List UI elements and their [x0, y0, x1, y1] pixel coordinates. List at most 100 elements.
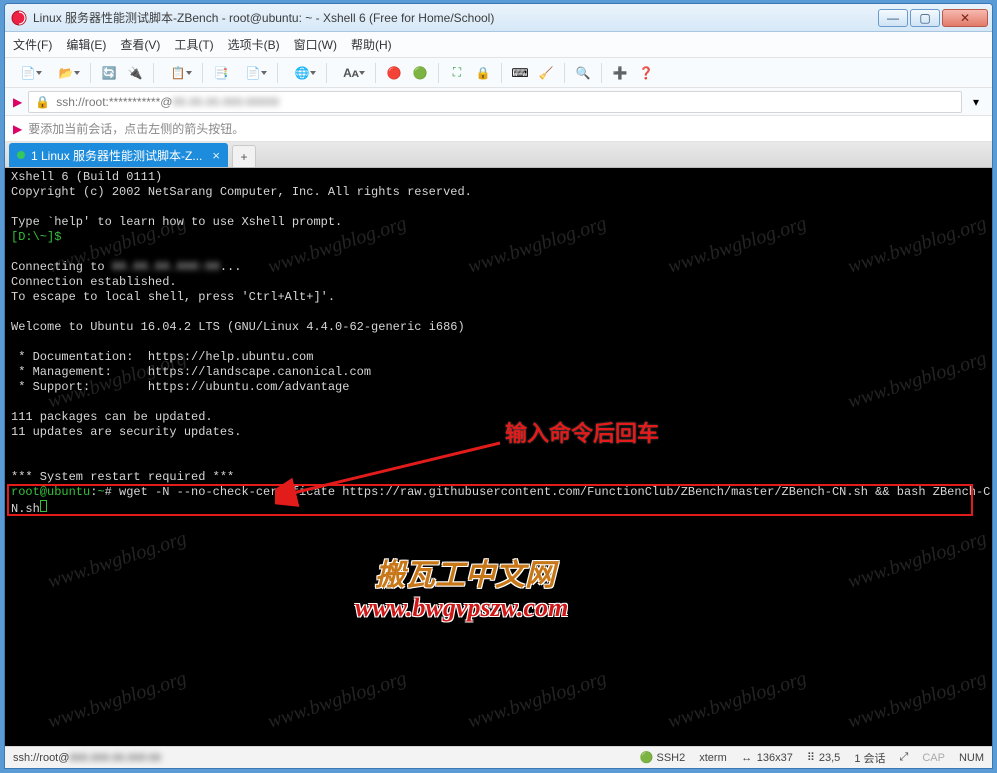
disconnect-icon: 🔌: [128, 66, 143, 80]
copy-icon: 📑: [214, 66, 229, 80]
open-button[interactable]: 📂: [49, 62, 83, 84]
separator: [277, 63, 278, 83]
encoding-button[interactable]: 🌐: [285, 62, 319, 84]
session-tab-active[interactable]: 1 Linux 服务器性能测试脚本-Z... ×: [9, 143, 228, 167]
find-button[interactable]: 🔍: [572, 62, 594, 84]
terminal-line: Connection established.: [11, 275, 177, 289]
menu-file[interactable]: 文件(F): [13, 36, 52, 53]
separator: [90, 63, 91, 83]
titlebar[interactable]: Linux 服务器性能测试脚本-ZBench - root@ubuntu: ~ …: [5, 4, 992, 32]
add-button[interactable]: ➕: [609, 62, 631, 84]
notice-bar: ▶ 要添加当前会话，点击左侧的箭头按钮。: [5, 116, 992, 142]
watermark-diag: www.bwgblog.org: [846, 351, 988, 410]
separator: [501, 63, 502, 83]
watermark-diag: www.bwgblog.org: [466, 671, 608, 730]
statusbar: ssh://root@000.000.00.000:00 🟢SSH2 xterm…: [5, 746, 992, 768]
lock-scroll-icon: 🔒: [476, 66, 491, 80]
terminal-line: * Documentation: https://help.ubuntu.com: [11, 350, 313, 364]
status-sessions: 1 会话: [854, 750, 885, 766]
status-address: ssh://root@000.000.00.000:00: [13, 752, 161, 764]
clear-button[interactable]: 🧹: [535, 62, 557, 84]
font-button[interactable]: Aᴀ: [334, 62, 368, 84]
terminal-line: 111 packages can be updated.: [11, 410, 213, 424]
plus-icon: ➕: [613, 66, 628, 80]
terminal-line: * Management: https://landscape.canonica…: [11, 365, 371, 379]
menu-window[interactable]: 窗口(W): [294, 36, 337, 53]
address-input[interactable]: 🔒 ssh://root:***********@00.00.00.000:00…: [28, 91, 962, 113]
keypad-button[interactable]: ⌨: [509, 62, 531, 84]
menu-option-tab[interactable]: 选项卡(B): [228, 36, 280, 53]
status-size: ↔136x37: [741, 752, 793, 764]
menu-tools[interactable]: 工具(T): [174, 36, 213, 53]
notice-text: 要添加当前会话，点击左侧的箭头按钮。: [28, 120, 244, 137]
watermark-diag: www.bwgblog.org: [846, 531, 988, 590]
terminal-pane[interactable]: Xshell 6 (Build 0111) Copyright (c) 2002…: [5, 168, 992, 746]
terminal-line: Welcome to Ubuntu 16.04.2 LTS (GNU/Linux…: [11, 320, 465, 334]
status-term: xterm: [699, 752, 727, 764]
address-bar-row: ▶ 🔒 ssh://root:***********@00.00.00.000:…: [5, 88, 992, 116]
menu-view[interactable]: 查看(V): [120, 36, 160, 53]
terminal-prompt: [D:\~]$: [11, 230, 61, 244]
address-dropdown[interactable]: ▾: [968, 95, 984, 109]
terminal-line: Xshell 6 (Build 0111): [11, 170, 162, 184]
watermark-diag: www.bwgblog.org: [666, 216, 808, 275]
window-title: Linux 服务器性能测试脚本-ZBench - root@ubuntu: ~ …: [33, 9, 876, 26]
paste-button[interactable]: 📄: [236, 62, 270, 84]
globe-icon: 🌐: [295, 66, 310, 80]
status-extra-icon[interactable]: ⤢: [900, 751, 909, 764]
new-session-icon: 📄: [21, 66, 36, 80]
separator: [202, 63, 203, 83]
separator: [375, 63, 376, 83]
properties-button[interactable]: 📋: [161, 62, 195, 84]
terminal-command-line: root@ubuntu:~# wget -N --no-check-certif…: [11, 485, 990, 499]
menu-edit[interactable]: 编辑(E): [66, 36, 106, 53]
lock-scroll-button[interactable]: 🔒: [472, 62, 494, 84]
terminal-line: Type `help' to learn how to use Xshell p…: [11, 215, 342, 229]
watermark-diag: www.bwgblog.org: [846, 216, 988, 275]
terminal-line: * Support: https://ubuntu.com/advantage: [11, 380, 349, 394]
session-tabstrip: 1 Linux 服务器性能测试脚本-Z... × +: [5, 142, 992, 168]
address-text: ssh://root:***********@00.00.00.000:0000…: [56, 95, 279, 109]
terminal-line: Connecting to 00.00.00.000:00...: [11, 260, 241, 274]
menubar: 文件(F) 编辑(E) 查看(V) 工具(T) 选项卡(B) 窗口(W) 帮助(…: [5, 32, 992, 58]
fullscreen-button[interactable]: ⛶: [446, 62, 468, 84]
separator: [153, 63, 154, 83]
minimize-button[interactable]: —: [878, 9, 908, 27]
paste-icon: 📄: [246, 66, 261, 80]
terminal-command-line: N.sh: [11, 502, 47, 516]
application-window: Linux 服务器性能测试脚本-ZBench - root@ubuntu: ~ …: [4, 3, 993, 769]
new-session-button[interactable]: 📄: [11, 62, 45, 84]
watermark-diag: www.bwgblog.org: [46, 671, 188, 730]
help-icon: ❓: [639, 66, 654, 80]
status-ssh: 🟢SSH2: [640, 752, 685, 764]
xmanager-icon: 🟢: [413, 66, 428, 80]
xmanager-button[interactable]: 🟢: [409, 62, 431, 84]
help-button[interactable]: ❓: [635, 62, 657, 84]
separator: [326, 63, 327, 83]
cursor-icon: [40, 500, 47, 512]
xagent-button[interactable]: 🔴: [383, 62, 405, 84]
add-tab-button[interactable]: +: [232, 145, 256, 167]
resize-icon: ↔: [741, 752, 753, 764]
watermark-cn: 搬瓦工中文网: [375, 568, 555, 583]
open-icon: 📂: [59, 66, 74, 80]
copy-button[interactable]: 📑: [210, 62, 232, 84]
find-icon: 🔍: [576, 66, 591, 80]
terminal-line: *** System restart required ***: [11, 470, 234, 484]
maximize-button[interactable]: ▢: [910, 9, 940, 27]
bookmark-icon[interactable]: ▶: [13, 95, 22, 109]
toolbar: 📄 📂 🔄 🔌 📋 📑 📄 🌐 Aᴀ 🔴 🟢 ⛶ 🔒 ⌨ 🧹 🔍 ➕ ❓: [5, 58, 992, 88]
tab-close-button[interactable]: ×: [212, 148, 220, 163]
status-cap: CAP: [922, 752, 945, 764]
status-num: NUM: [959, 752, 984, 764]
close-button[interactable]: ✕: [942, 9, 988, 27]
watermark-diag: www.bwgblog.org: [846, 671, 988, 730]
app-icon: [11, 10, 27, 26]
properties-icon: 📋: [171, 66, 186, 80]
disconnect-button[interactable]: 🔌: [124, 62, 146, 84]
watermark-diag: www.bwgblog.org: [266, 671, 408, 730]
reconnect-button[interactable]: 🔄: [98, 62, 120, 84]
watermark-diag: www.bwgblog.org: [46, 531, 188, 590]
status-dot-icon: [17, 151, 25, 159]
menu-help[interactable]: 帮助(H): [351, 36, 392, 53]
